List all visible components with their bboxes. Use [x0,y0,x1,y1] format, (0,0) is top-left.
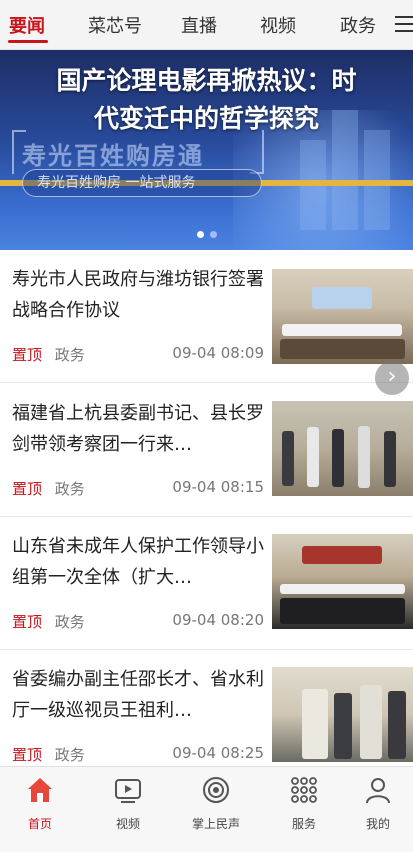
news-title[interactable]: 省委编办副主任邵长才、省水利厅一级巡视员王祖利… [12,664,264,726]
user-icon [366,778,390,804]
people-shape [280,339,405,359]
headline-banner[interactable]: 寿光百姓购房通 寿光百姓购房 一站式服务 国产论理电影再掀热议：时 代变迁中的哲… [0,50,413,250]
bottom-nav: 首页 视频 掌上民声 服务 我的 [0,766,413,852]
news-thumbnail[interactable] [272,667,413,762]
pinned-badge: 置顶 [12,480,43,498]
bottom-nav-voice[interactable]: 掌上民声 [181,775,251,832]
person-shape [358,426,370,488]
table-shape [280,584,405,594]
seats-shape [280,598,405,624]
bottom-nav-mine[interactable]: 我的 [343,775,413,832]
news-category: 政务 [54,480,85,498]
news-category: 政务 [54,346,85,364]
news-time: 09-04 08:25 [172,744,264,762]
bottom-nav-label: 首页 [27,817,52,831]
banner-background-title: 寿光百姓购房通 [22,142,204,170]
voice-target-icon [203,777,229,803]
banner-shape [302,546,382,564]
person-shape [307,427,319,487]
news-item[interactable]: 省委编办副主任邵长才、省水利厅一级巡视员王祖利… 置顶 政务 09-04 08:… [0,650,413,783]
news-thumbnail[interactable] [272,401,413,496]
person-shape [332,429,344,487]
bottom-nav-label: 服务 [291,817,316,831]
news-meta: 置顶 政务 09-04 08:25 [12,744,264,765]
person-shape [388,691,406,759]
bottom-nav-label: 掌上民声 [191,817,240,831]
person-shape [302,689,328,759]
news-time: 09-04 08:15 [172,478,264,496]
person-shape [384,431,396,487]
news-meta: 置顶 政务 09-04 08:20 [12,611,264,632]
news-item[interactable]: 寿光市人民政府与潍坊银行签署战略合作协议 置顶 政务 09-04 08:09 [0,250,413,383]
news-thumbnail[interactable] [272,269,413,364]
person-shape [360,685,382,759]
carousel-dots [0,223,413,242]
carousel-dot[interactable] [209,231,217,238]
pinned-badge: 置顶 [12,746,43,764]
banner-headline: 国产论理电影再掀热议：时 代变迁中的哲学探究 [0,62,413,138]
news-title[interactable]: 山东省未成年人保护工作领导小组第一次全体（扩大… [12,531,264,593]
bottom-nav-label: 我的 [365,817,390,831]
screen-shape [312,287,372,309]
news-thumbnail[interactable] [272,534,413,629]
pinned-badge: 置顶 [12,613,43,631]
news-item[interactable]: 山东省未成年人保护工作领导小组第一次全体（扩大… 置顶 政务 09-04 08:… [0,517,413,650]
bottom-nav-video[interactable]: 视频 [93,775,163,832]
bottom-nav-home[interactable]: 首页 [5,775,75,832]
chevron-right-icon[interactable]: › [375,361,409,395]
tab-live[interactable]: 直播 [181,12,217,38]
home-icon [28,778,52,802]
news-item[interactable]: 福建省上杭县委副书记、县长罗剑带领考察团一行来… 置顶 政务 09-04 08:… [0,384,413,517]
news-title[interactable]: 寿光市人民政府与潍坊银行签署战略合作协议 [12,264,264,326]
grid-dots-icon [291,777,317,803]
tab-government[interactable]: 政务 [340,12,376,38]
news-meta: 置顶 政务 09-04 08:09 [12,344,264,365]
person-shape [334,693,352,759]
tab-headlines[interactable]: 要闻 [9,12,45,38]
news-time: 09-04 08:20 [172,611,264,629]
bottom-nav-service[interactable]: 服务 [269,775,339,832]
news-title[interactable]: 福建省上杭县委副书记、县长罗剑带领考察团一行来… [12,398,264,460]
tab-video[interactable]: 视频 [260,12,296,38]
banner-promo-pill: 寿光百姓购房 一站式服务 [22,169,262,197]
tab-caixin[interactable]: 菜芯号 [88,12,142,38]
table-shape [282,324,402,336]
news-time: 09-04 08:09 [172,344,264,362]
person-shape [282,431,294,486]
active-tab-indicator [8,40,48,43]
banner-headline-line2: 代变迁中的哲学探究 [93,104,319,133]
carousel-dot-active[interactable] [196,231,204,238]
pinned-badge: 置顶 [12,346,43,364]
top-nav: 要闻 菜芯号 直播 视频 政务 [0,0,413,50]
bottom-nav-label: 视频 [115,817,140,831]
news-meta: 置顶 政务 09-04 08:15 [12,478,264,499]
banner-headline-line1: 国产论理电影再掀热议：时 [56,66,357,95]
news-category: 政务 [54,613,85,631]
hamburger-menu-icon[interactable] [395,16,413,34]
news-category: 政务 [54,746,85,764]
video-play-icon [115,779,141,803]
